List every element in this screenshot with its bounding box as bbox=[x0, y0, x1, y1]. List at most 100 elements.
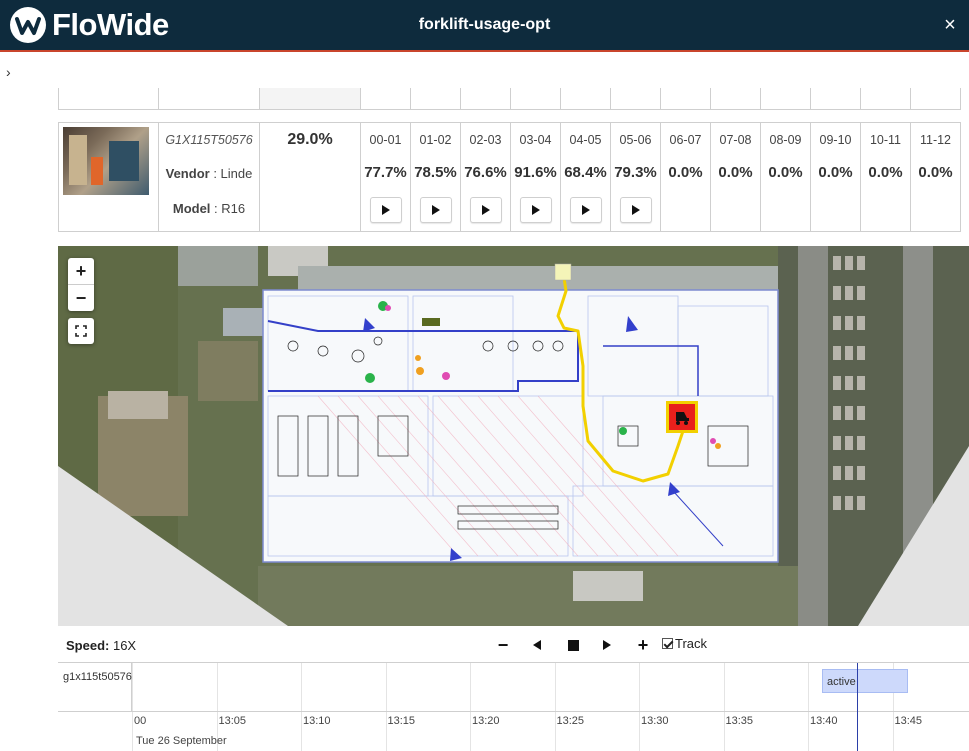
hour-play-button[interactable] bbox=[520, 197, 552, 223]
speed-decrease-button[interactable]: − bbox=[493, 634, 513, 656]
zoom-in-icon[interactable]: + bbox=[68, 258, 94, 284]
zoom-control: + − bbox=[68, 258, 94, 311]
hour-cell: 02-03 76.6% bbox=[460, 122, 511, 232]
hour-play-button[interactable] bbox=[420, 197, 452, 223]
close-icon[interactable]: × bbox=[939, 14, 961, 36]
hour-usage: 0.0% bbox=[668, 164, 703, 181]
track-toggle[interactable]: Track bbox=[662, 636, 707, 651]
forklift-marker-icon bbox=[666, 401, 698, 433]
hour-cell: 11-12 0.0% bbox=[910, 122, 961, 232]
model-line: Model : R16 bbox=[172, 201, 246, 216]
timeline-gridline bbox=[554, 663, 556, 751]
zoom-out-icon[interactable]: − bbox=[68, 285, 94, 311]
play-icon bbox=[482, 205, 490, 215]
hour-cell: 09-10 0.0% bbox=[810, 122, 861, 232]
hour-label: 09-10 bbox=[819, 133, 852, 147]
vendor-line: Vendor : Linde bbox=[165, 166, 253, 181]
hour-label: 03-04 bbox=[519, 133, 552, 147]
speed-indicator: Speed: 16X bbox=[66, 638, 136, 653]
prev-cell bbox=[660, 88, 711, 110]
hour-cell: 00-01 77.7% bbox=[360, 122, 411, 232]
hour-play-button[interactable] bbox=[570, 197, 602, 223]
hour-play-button[interactable] bbox=[370, 197, 402, 223]
timeline[interactable]: g1x115t50576 active Tue 26 September 00 1… bbox=[58, 662, 969, 751]
prev-cell bbox=[410, 88, 461, 110]
hour-cell: 08-09 0.0% bbox=[760, 122, 811, 232]
prev-cell bbox=[460, 88, 511, 110]
stop-button[interactable] bbox=[563, 634, 583, 656]
hour-cell: 05-06 79.3% bbox=[610, 122, 661, 232]
hour-label: 05-06 bbox=[619, 133, 652, 147]
timeline-label-column: g1x115t50576 bbox=[58, 663, 132, 711]
window-title: forklift-usage-opt bbox=[418, 16, 551, 33]
device-info-cell: G1X115T50576 Vendor : Linde Model : R16 bbox=[158, 122, 260, 232]
timeline-gridline bbox=[301, 663, 302, 751]
timeline-tick-label: 13:20 bbox=[472, 715, 500, 727]
prev-cell bbox=[860, 88, 911, 110]
hour-usage: 0.0% bbox=[918, 164, 953, 181]
timeline-tick-label: 13:35 bbox=[725, 715, 754, 727]
track-checkbox[interactable] bbox=[662, 638, 673, 649]
expand-panel-icon[interactable]: › bbox=[6, 64, 11, 80]
prev-cell bbox=[158, 88, 260, 110]
timeline-tick-label: 13:15 bbox=[387, 715, 416, 727]
timeline-gridline bbox=[132, 663, 133, 751]
play-button[interactable] bbox=[597, 634, 617, 656]
track-label: Track bbox=[675, 636, 708, 651]
hour-usage: 0.0% bbox=[868, 164, 903, 181]
play-icon bbox=[532, 205, 540, 215]
forklift-photo[interactable] bbox=[63, 127, 149, 195]
prev-cell bbox=[810, 88, 861, 110]
hour-cell: 06-07 0.0% bbox=[660, 122, 711, 232]
prev-cell bbox=[360, 88, 411, 110]
timeline-tick-label: 13:25 bbox=[556, 715, 585, 727]
step-back-button[interactable] bbox=[527, 634, 547, 656]
thumbnail-cell bbox=[58, 122, 159, 232]
timeline-gridline bbox=[639, 663, 640, 751]
hour-label: 04-05 bbox=[569, 133, 602, 147]
hour-label: 00-01 bbox=[369, 133, 402, 147]
hour-play-button[interactable] bbox=[620, 197, 652, 223]
timeline-tick-label: 13:45 bbox=[894, 715, 923, 727]
hour-usage: 0.0% bbox=[768, 164, 803, 181]
hour-label: 01-02 bbox=[419, 133, 452, 147]
overall-usage: 29.0% bbox=[287, 131, 333, 148]
timeline-tick-label: 13:05 bbox=[218, 715, 247, 727]
hour-label: 08-09 bbox=[769, 133, 802, 147]
model-label: Model bbox=[172, 201, 211, 216]
overall-cell: 29.0% bbox=[259, 122, 361, 232]
previous-row bbox=[58, 88, 969, 110]
speed-label: Speed: bbox=[66, 638, 110, 653]
hour-usage: 68.4% bbox=[564, 164, 607, 181]
hour-usage: 79.3% bbox=[614, 164, 657, 181]
hour-label: 02-03 bbox=[469, 133, 502, 147]
step-back-icon bbox=[533, 640, 541, 650]
prev-cell bbox=[58, 88, 159, 110]
play-icon bbox=[432, 205, 440, 215]
timeline-gridline bbox=[385, 663, 387, 751]
play-icon bbox=[582, 205, 590, 215]
active-segment[interactable]: active bbox=[822, 669, 908, 693]
header-accent-line bbox=[0, 50, 969, 52]
timeline-tick-label: 00 bbox=[134, 715, 147, 727]
play-icon bbox=[603, 640, 611, 650]
timeline-cursor[interactable] bbox=[857, 663, 858, 751]
stop-icon bbox=[567, 639, 579, 651]
hour-label: 11-12 bbox=[919, 133, 952, 147]
prev-cell bbox=[259, 88, 361, 110]
hour-play-button[interactable] bbox=[470, 197, 502, 223]
speed-increase-button[interactable]: + bbox=[633, 634, 653, 656]
prev-cell bbox=[760, 88, 811, 110]
timeline-gridline bbox=[808, 663, 809, 751]
timeline-tick-label: 13:30 bbox=[641, 715, 669, 727]
hour-label: 06-07 bbox=[669, 133, 702, 147]
vendor-value: Linde bbox=[220, 166, 253, 181]
facility-map[interactable]: + − bbox=[58, 246, 969, 626]
hour-label: 10-11 bbox=[869, 133, 902, 147]
hour-cell: 04-05 68.4% bbox=[560, 122, 611, 232]
fullscreen-icon[interactable] bbox=[68, 318, 94, 344]
hour-usage: 78.5% bbox=[414, 164, 457, 181]
timeline-row-label: g1x115t50576 bbox=[63, 671, 132, 683]
hour-label: 07-08 bbox=[719, 133, 752, 147]
timeline-tick-label: 13:40 bbox=[810, 715, 838, 727]
